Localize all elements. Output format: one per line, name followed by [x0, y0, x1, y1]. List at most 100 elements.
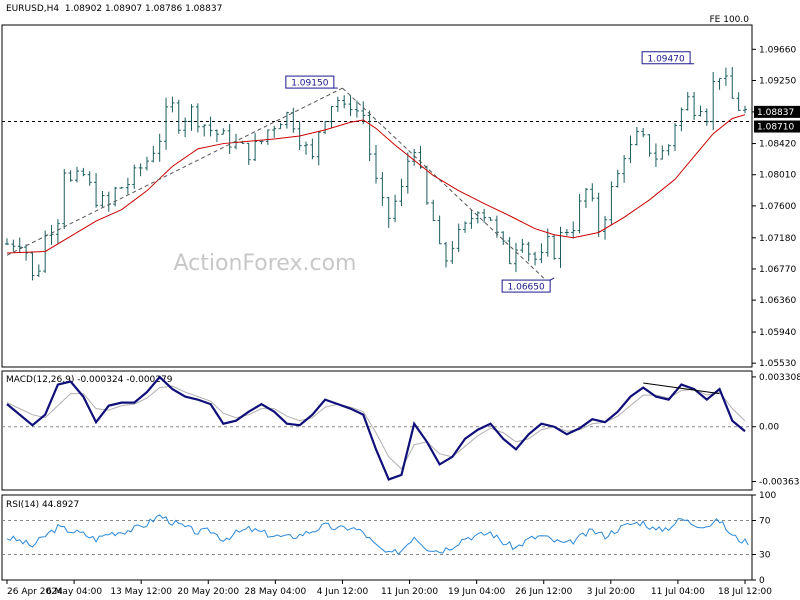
x-tick-label: 13 May 12:00	[110, 587, 172, 597]
ohlc-bar	[106, 191, 111, 212]
ohlc-bar	[520, 238, 525, 253]
ohlc-bar	[151, 145, 156, 163]
price-tick-label: 1.09250	[759, 76, 796, 86]
ohlc-bar	[113, 186, 118, 207]
ohlc-bar	[507, 237, 512, 265]
price-tick-label: 1.06770	[759, 265, 796, 275]
x-tick-label: 20 May 20:00	[177, 587, 239, 597]
ohlc-bar	[74, 166, 79, 183]
ohlc-bar	[144, 156, 149, 171]
ohlc-bar	[323, 120, 328, 135]
x-tick-label: 18 Jul 12:00	[718, 587, 772, 597]
ohlc-bar	[119, 186, 124, 189]
ohlc-bar	[342, 95, 347, 109]
price-tick-label: 1.05940	[759, 328, 796, 338]
x-tick-label: 3 Jul 20:00	[587, 587, 636, 597]
current-price-label: 1.08837	[757, 108, 794, 118]
trend-line	[6, 87, 343, 256]
ohlc-bar	[443, 241, 448, 268]
ohlc-bar	[469, 209, 474, 229]
ohlc-bar	[310, 138, 315, 160]
ohlc-bar	[653, 143, 658, 168]
ohlc-bar	[100, 191, 105, 208]
ohlc-bar	[615, 169, 620, 188]
ohlc-bar	[641, 127, 646, 138]
ohlc-bar	[208, 116, 213, 137]
ohlc-bar	[189, 104, 194, 131]
price-tick-label: 1.05530	[759, 359, 796, 369]
ohlc-bar	[386, 196, 391, 228]
ohlc-bar	[692, 91, 697, 120]
ohlc-bar	[259, 140, 264, 145]
price-annotation-text: 1.09470	[647, 54, 684, 64]
ohlc-bar	[214, 129, 219, 143]
ohlc-bar	[698, 105, 703, 117]
ohlc-bar	[125, 177, 130, 195]
ohlc-bar	[36, 264, 41, 278]
ohlc-bar	[138, 163, 143, 177]
rsi-title: RSI(14) 44.8927	[6, 500, 79, 510]
ohlc-bar	[227, 123, 232, 154]
ohlc-bar	[437, 215, 442, 245]
ohlc-bar	[393, 194, 398, 223]
ohlc-bar	[202, 124, 207, 137]
ohlc-bar	[221, 128, 226, 135]
ohlc-bar	[717, 77, 722, 90]
ohlc-bar	[5, 238, 9, 246]
price-annotation-text: 1.09150	[291, 79, 328, 89]
ohlc-bar	[405, 152, 410, 194]
macd-tick-label: 0.00	[759, 423, 779, 433]
ohlc-bar	[431, 199, 436, 222]
ohlc-bar	[533, 251, 538, 266]
macd-panel-frame	[1, 370, 753, 491]
ohlc-bar	[590, 183, 595, 202]
ohlc-bar	[367, 110, 372, 162]
ohlc-bar	[736, 92, 741, 111]
ohlc-bar	[81, 167, 86, 177]
ohlc-bar	[463, 221, 468, 233]
ohlc-bar	[660, 145, 665, 160]
ohlc-bar	[571, 221, 576, 239]
ohlc-bar	[564, 228, 569, 236]
ohlc-bar	[552, 234, 557, 260]
ohlc-bar	[253, 133, 258, 162]
ohlc-bar	[380, 172, 385, 206]
ohlc-bar	[583, 187, 588, 209]
ohlc-bar	[666, 144, 671, 156]
ohlc-bar	[176, 99, 181, 134]
ohlc-bar	[679, 107, 684, 132]
ohlc-bar	[513, 242, 518, 273]
ohlc-bar	[399, 178, 404, 207]
macd-line	[6, 375, 746, 481]
price-chart[interactable]: FE 100.0 ActionForex.com 1.09660 1.09250 1.0…	[0, 0, 800, 600]
ohlc-bar	[278, 122, 283, 130]
ohlc-bar	[475, 211, 480, 224]
ohlc-bar	[30, 252, 35, 281]
ohlc-bar	[730, 66, 735, 99]
ohlc-bar	[157, 133, 162, 162]
price-panel-frame	[1, 24, 753, 368]
ohlc-bar	[55, 219, 60, 244]
ohlc-bar	[723, 67, 728, 86]
x-tick-label: 4 Jun 12:00	[317, 587, 369, 597]
macd-title: MACD(12,26,9) -0.000324 -0.000279	[6, 375, 173, 385]
ohlc-bar	[265, 129, 270, 145]
ohlc-bar	[743, 105, 747, 114]
x-tick-label: 11 Jul 04:00	[651, 587, 705, 597]
ohlc-bar	[335, 96, 340, 112]
x-tick-label: 11 Jun 20:00	[381, 587, 438, 597]
moving-average-line	[6, 114, 746, 254]
ohlc-bar	[488, 217, 493, 221]
ohlc-bar	[68, 170, 73, 182]
price-tick-label: 1.08010	[759, 171, 796, 181]
ohlc-bar	[316, 131, 321, 166]
ohlc-bar	[291, 107, 296, 133]
watermark: ActionForex.com	[174, 251, 357, 276]
ohlc-bar	[87, 171, 92, 186]
macd-tick-label: 0.003308	[759, 373, 800, 383]
ohlc-bar	[450, 241, 455, 264]
rsi-tick-label: 0	[759, 576, 765, 586]
ohlc-bar	[49, 225, 54, 245]
ohlc-bar	[272, 125, 277, 138]
ohlc-bar	[456, 223, 461, 253]
